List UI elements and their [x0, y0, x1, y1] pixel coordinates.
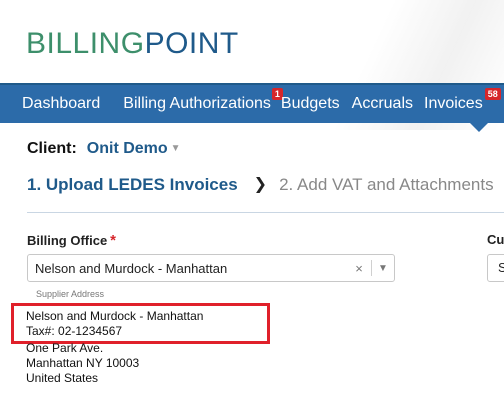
caret-down-icon[interactable]: ▼	[171, 139, 181, 159]
step-upload-ledes[interactable]: 1. Upload LEDES Invoices	[27, 174, 238, 196]
chevron-right-icon: ❯	[253, 176, 268, 193]
client-selector: Client: Onit Demo ▼	[27, 139, 181, 159]
nav-dashboard[interactable]: Dashboard	[22, 84, 100, 124]
address-line-country: United States	[26, 371, 99, 385]
nav-dashboard-label: Dashboard	[22, 95, 101, 112]
billingpoint-logo[interactable]: BILLINGPOINT	[26, 26, 239, 62]
invoices-count-badge: 58	[484, 88, 501, 100]
billing-office-select[interactable]: Nelson and Murdock - Manhattan × ▼	[27, 254, 395, 282]
main-navbar: Dashboard Billing Authorizations 1 Budge…	[0, 83, 504, 132]
step-add-vat[interactable]: 2. Add VAT and Attachments	[279, 174, 494, 196]
dropdown-arrow-icon[interactable]: ▼	[372, 263, 394, 274]
nav-invoices[interactable]: Invoices 58	[424, 84, 501, 124]
wizard-steps: 1. Upload LEDES Invoices ❯ 2. Add VAT an…	[27, 174, 494, 196]
clear-icon[interactable]: ×	[351, 261, 367, 276]
nav-billing-authorizations[interactable]: Billing Authorizations 1	[123, 84, 283, 124]
billing-office-label-text: Billing Office	[27, 233, 108, 248]
nav-accruals[interactable]: Accruals	[352, 84, 413, 124]
billing-office-selected-value: Nelson and Murdock - Manhattan	[35, 260, 228, 276]
nav-budgets-label: Budgets	[280, 95, 340, 112]
nav-invoices-label: Invoices	[424, 95, 483, 112]
divider	[27, 212, 504, 213]
address-line-tax: Tax#: 02-1234567	[26, 324, 123, 338]
second-field-select[interactable]: S	[487, 254, 504, 282]
address-line-company: Nelson and Murdock - Manhattan	[26, 309, 204, 323]
client-label: Client:	[27, 140, 77, 157]
nav-accruals-label: Accruals	[351, 95, 413, 112]
address-line-city: Manhattan NY 10003	[26, 356, 140, 370]
address-line-street: One Park Ave.	[26, 341, 104, 355]
second-field-label: Cu	[487, 232, 504, 247]
page: BILLINGPOINT Dashboard Billing Authoriza…	[0, 0, 504, 402]
nav-billing-authorizations-label: Billing Authorizations	[123, 95, 271, 112]
billing-office-label: Billing Office *	[27, 232, 116, 249]
client-dropdown[interactable]: Onit Demo	[87, 139, 168, 159]
logo-part-point: POINT	[144, 27, 239, 60]
supplier-address-label: Supplier Address	[36, 289, 105, 299]
active-nav-indicator	[470, 123, 488, 132]
logo-part-billing: BILLING	[26, 27, 145, 60]
nav-budgets[interactable]: Budgets	[281, 84, 340, 124]
required-asterisk: *	[110, 232, 117, 249]
